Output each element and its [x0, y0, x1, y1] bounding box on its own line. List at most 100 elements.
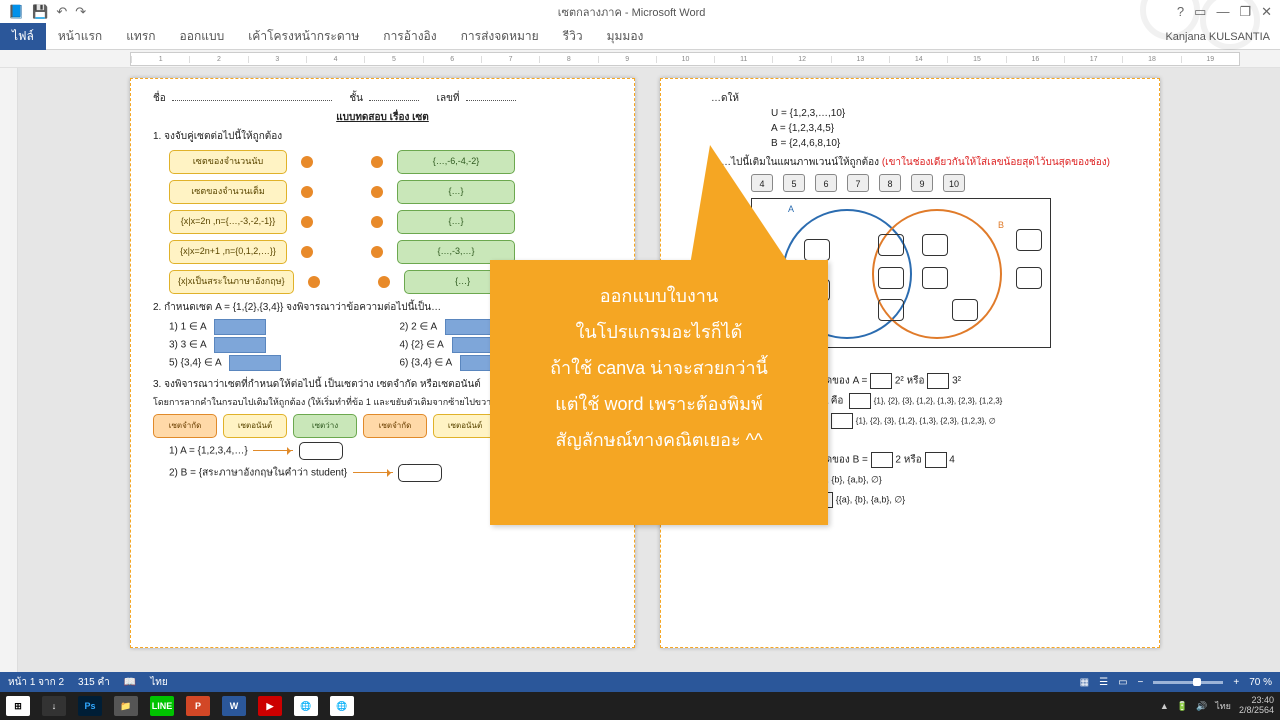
- answer-box[interactable]: [870, 373, 892, 389]
- venn-slot[interactable]: [922, 234, 948, 256]
- answer-box[interactable]: [871, 452, 893, 468]
- match-left-pill[interactable]: เซตของจำนวนเต็ม: [169, 180, 287, 204]
- tray-battery-icon[interactable]: 🔋: [1177, 701, 1188, 712]
- answer-box[interactable]: [229, 355, 281, 371]
- zoom-slider[interactable]: [1153, 681, 1223, 684]
- set-type-pill[interactable]: เซตอนันต์: [433, 414, 497, 438]
- number-tile[interactable]: 9: [911, 174, 933, 192]
- taskbar-app[interactable]: Ps: [72, 692, 108, 720]
- match-dot-icon: [308, 276, 320, 288]
- venn-slot[interactable]: [878, 267, 904, 289]
- save-icon[interactable]: 💾: [32, 4, 48, 20]
- venn-slot[interactable]: [1016, 267, 1042, 289]
- language-indicator[interactable]: ไทย: [150, 675, 167, 690]
- tab-insert[interactable]: แทรก: [114, 23, 167, 50]
- venn-slot[interactable]: [804, 239, 830, 261]
- tray-clock[interactable]: 23:40 2/8/2564: [1239, 696, 1274, 716]
- taskbar-app[interactable]: ⊞: [0, 692, 36, 720]
- venn-slot[interactable]: [878, 299, 904, 321]
- venn-slot[interactable]: [922, 267, 948, 289]
- answer-box[interactable]: [214, 319, 266, 335]
- match-left-pill[interactable]: {x|x=2n ,n={…,-3,-2,-1}}: [169, 210, 287, 234]
- taskbar-app[interactable]: 🌐: [288, 692, 324, 720]
- venn-label-b: B: [998, 219, 1004, 233]
- taskbar-app[interactable]: P: [180, 692, 216, 720]
- number-tile[interactable]: 8: [879, 174, 901, 192]
- view-web-icon[interactable]: ▭: [1118, 677, 1127, 688]
- class-label: ชั้น: [349, 91, 363, 106]
- callout-line-4: แต่ใช้ word เพราะต้องพิมพ์: [502, 386, 816, 422]
- number-tile[interactable]: 6: [815, 174, 837, 192]
- taskbar-app[interactable]: ▶: [252, 692, 288, 720]
- document-workspace: ชื่อ ชั้น เลขที่ แบบทดสอบ เรื่อง เซต 1. …: [0, 68, 1280, 672]
- redo-icon[interactable]: ↷: [75, 4, 86, 20]
- taskbar-app[interactable]: LINE: [144, 692, 180, 720]
- set-type-pill[interactable]: เซตจำกัด: [153, 414, 217, 438]
- no-label: เลขที่: [437, 91, 460, 106]
- taskbar-app[interactable]: 📁: [108, 692, 144, 720]
- annotation-callout: ออกแบบใบงาน ในโปรแกรมอะไรก็ได้ ถ้าใช้ ca…: [490, 260, 828, 525]
- status-bar: หน้า 1 จาก 2 315 คำ 📖 ไทย ▦ ☰ ▭ − + 70 %: [0, 672, 1280, 692]
- callout-line-1: ออกแบบใบงาน: [502, 278, 816, 314]
- answer-box[interactable]: [831, 413, 853, 429]
- match-right-pill[interactable]: {…,-6,-4,-2}: [397, 150, 515, 174]
- match-left-pill[interactable]: เซตของจำนวนนับ: [169, 150, 287, 174]
- taskbar-app[interactable]: 🌐: [324, 692, 360, 720]
- ruler-horizontal[interactable]: 12345678910111213141516171819: [0, 50, 1280, 68]
- answer-box[interactable]: [299, 442, 343, 460]
- answer-box[interactable]: [925, 452, 947, 468]
- q2-item: 5) {3,4} ∈ A: [169, 358, 221, 369]
- word-count[interactable]: 315 คำ: [78, 675, 110, 690]
- match-left-pill[interactable]: {x|xเป็นสระในภาษาอังกฤษ}: [169, 270, 294, 294]
- match-dot-icon: [301, 156, 313, 168]
- answer-box[interactable]: [849, 393, 871, 409]
- venn-slot[interactable]: [1016, 229, 1042, 251]
- tray-volume-icon[interactable]: 🔊: [1196, 701, 1207, 712]
- match-left-pill[interactable]: {x|x=2n+1 ,n={0,1,2,…}}: [169, 240, 287, 264]
- match-dot-icon: [371, 246, 383, 258]
- match-right-pill[interactable]: {…}: [397, 180, 515, 204]
- zoom-in-icon[interactable]: +: [1233, 677, 1239, 688]
- worksheet-title: แบบทดสอบ เรื่อง เซต: [153, 110, 612, 125]
- set-type-pill[interactable]: เซตจำกัด: [363, 414, 427, 438]
- tab-review[interactable]: รีวิว: [551, 23, 595, 50]
- venn-slot[interactable]: [878, 234, 904, 256]
- number-tile[interactable]: 7: [847, 174, 869, 192]
- tray-ime[interactable]: ไทย: [1215, 699, 1231, 713]
- match-dot-icon: [301, 246, 313, 258]
- ruler-vertical[interactable]: [0, 68, 18, 672]
- answer-box[interactable]: [927, 373, 949, 389]
- taskbar-app[interactable]: W: [216, 692, 252, 720]
- callout-line-5: สัญลักษณ์ทางคณิตเยอะ ^^: [502, 422, 816, 458]
- view-read-icon[interactable]: ☰: [1099, 677, 1108, 688]
- tab-layout[interactable]: เค้าโครงหน้ากระดาษ: [236, 23, 371, 50]
- tab-design[interactable]: ออกแบบ: [168, 23, 237, 50]
- callout-line-2: ในโปรแกรมอะไรก็ได้: [502, 314, 816, 350]
- answer-box[interactable]: [398, 464, 442, 482]
- set-type-pill[interactable]: เซตอนันต์: [223, 414, 287, 438]
- opt-b1: 2 หรือ: [895, 455, 921, 466]
- spellcheck-icon[interactable]: 📖: [124, 677, 136, 688]
- answer-box[interactable]: [214, 337, 266, 353]
- set-type-pill[interactable]: เซตว่าง: [293, 414, 357, 438]
- tab-view[interactable]: มุมมอง: [595, 23, 656, 50]
- tray-up-icon[interactable]: ▲: [1160, 701, 1169, 711]
- zoom-level[interactable]: 70 %: [1249, 677, 1272, 688]
- tab-file[interactable]: ไฟล์: [0, 23, 46, 50]
- page-indicator[interactable]: หน้า 1 จาก 2: [8, 675, 64, 690]
- zoom-out-icon[interactable]: −: [1138, 677, 1144, 688]
- tab-references[interactable]: การอ้างอิง: [371, 23, 448, 50]
- opt-1: 2² หรือ: [895, 376, 925, 387]
- number-tile[interactable]: 10: [943, 174, 965, 192]
- undo-icon[interactable]: ↶: [56, 4, 67, 20]
- name-label: ชื่อ: [153, 91, 166, 106]
- ribbon-tabs: ไฟล์ หน้าแรก แทรก ออกแบบ เค้าโครงหน้ากระ…: [0, 24, 1280, 50]
- view-print-icon[interactable]: ▦: [1080, 677, 1089, 688]
- tab-mailings[interactable]: การส่งจดหมาย: [449, 23, 551, 50]
- tab-home[interactable]: หน้าแรก: [46, 23, 114, 50]
- windows-taskbar: ⊞↓Ps📁LINEPW▶🌐🌐 ▲ 🔋 🔊 ไทย 23:40 2/8/2564: [0, 692, 1280, 720]
- match-right-pill[interactable]: {…}: [397, 210, 515, 234]
- taskbar-app[interactable]: ↓: [36, 692, 72, 720]
- quick-access-toolbar: 📘 💾 ↶ ↷: [0, 4, 86, 20]
- venn-slot[interactable]: [952, 299, 978, 321]
